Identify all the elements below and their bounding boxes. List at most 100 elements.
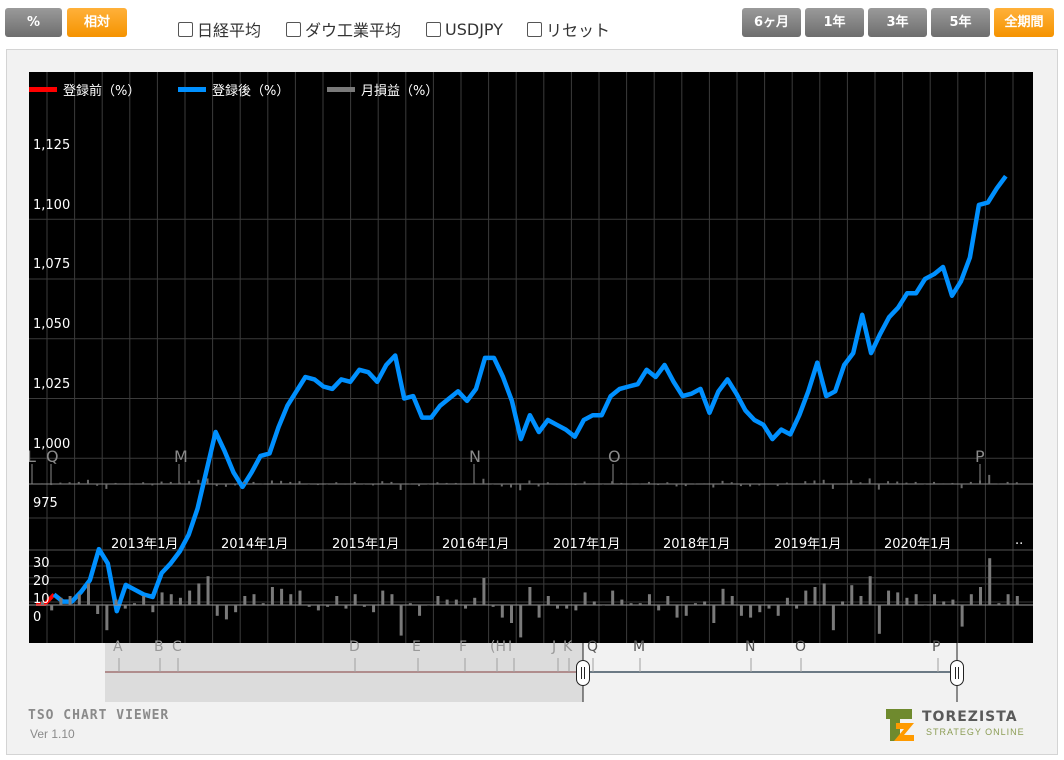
event-mini-bar bbox=[390, 481, 393, 484]
event-mini-bar bbox=[657, 484, 660, 486]
usdjpy-checkbox[interactable]: USDJPY bbox=[426, 19, 503, 39]
monthly-bar bbox=[969, 594, 973, 605]
nav-label: O bbox=[795, 639, 807, 655]
monthly-bar bbox=[50, 605, 54, 611]
monthly-bar bbox=[583, 592, 587, 605]
event-mini-bar bbox=[988, 474, 991, 484]
range-3y-button[interactable]: 3年 bbox=[868, 8, 927, 37]
relative-mode-button[interactable]: 相対 bbox=[67, 8, 127, 37]
x-tick-label: 2014年1月 bbox=[221, 537, 289, 552]
event-mini-bar bbox=[868, 478, 871, 484]
y-tick-label: 1,075 bbox=[33, 257, 71, 272]
event-mini-bar bbox=[519, 484, 522, 491]
monthly-bar bbox=[574, 605, 578, 611]
monthly-bar bbox=[951, 599, 955, 605]
dow-checkbox[interactable]: ダウ工業平均 bbox=[286, 19, 401, 40]
x-tick-label: 2015年1月 bbox=[332, 537, 400, 552]
monthly-bar bbox=[739, 605, 743, 616]
nav-label: P bbox=[932, 639, 941, 655]
event-mini-bar bbox=[831, 484, 834, 489]
monthly-bar bbox=[418, 605, 422, 616]
legend-label: 登録前（%） bbox=[63, 84, 141, 99]
monthly-bar bbox=[620, 599, 624, 605]
range-all-button[interactable]: 全期間 bbox=[994, 8, 1054, 37]
monthly-bar bbox=[68, 596, 72, 605]
event-mini-bar bbox=[372, 484, 375, 486]
range-5y-button[interactable]: 5年 bbox=[931, 8, 990, 37]
monthly-bar bbox=[592, 601, 596, 605]
event-mini-bar bbox=[473, 482, 476, 484]
x-tick-label: 2016年1月 bbox=[442, 537, 510, 552]
monthly-bar bbox=[114, 599, 118, 605]
event-mini-bar bbox=[555, 484, 558, 485]
event-mini-bar bbox=[730, 482, 733, 484]
monthly-bar bbox=[169, 594, 173, 605]
event-mini-bar bbox=[206, 478, 209, 484]
monthly-bar bbox=[804, 590, 808, 605]
chart-area[interactable]: LQMNOP 登録前（%） 登録後（%） 月損益（%） 1,125 1,100 … bbox=[29, 72, 1033, 643]
event-mini-bar bbox=[399, 484, 402, 490]
event-marker-label: M bbox=[174, 447, 188, 466]
monthly-bar bbox=[123, 605, 127, 609]
monthly-bar bbox=[675, 605, 679, 618]
monthly-bar bbox=[280, 588, 284, 605]
event-marker-label: P bbox=[975, 447, 985, 466]
event-mini-bar bbox=[408, 483, 411, 485]
monthly-bar bbox=[252, 594, 256, 605]
monthly-bar bbox=[482, 578, 486, 605]
logo-subtext: STRATEGY ONLINE bbox=[926, 727, 1025, 737]
event-mini-bar bbox=[767, 484, 770, 485]
event-mini-bar bbox=[804, 481, 807, 484]
event-mini-bar bbox=[923, 484, 926, 485]
nav-label: I bbox=[508, 639, 513, 655]
range-6m-button[interactable]: 6ヶ月 bbox=[742, 8, 801, 37]
monthly-bar bbox=[59, 597, 63, 605]
monthly-bar bbox=[859, 596, 863, 605]
event-mini-bar bbox=[565, 484, 568, 485]
nav-label: C bbox=[172, 639, 182, 655]
monthly-bar bbox=[638, 603, 642, 605]
monthly-bar bbox=[372, 605, 376, 613]
checkbox-box[interactable] bbox=[286, 21, 301, 37]
checkbox-box[interactable] bbox=[178, 21, 193, 37]
x-tick-label: 2017年1月 bbox=[553, 537, 621, 552]
bar-y-tick-label: 30 bbox=[33, 556, 50, 571]
navigator-right-handle[interactable] bbox=[950, 660, 964, 686]
event-mini-bar bbox=[601, 484, 604, 485]
event-mini-bar bbox=[859, 482, 862, 484]
monthly-bar bbox=[510, 605, 514, 623]
event-mini-bar bbox=[795, 484, 798, 485]
event-mini-bar bbox=[454, 482, 457, 484]
event-mini-bar bbox=[684, 484, 687, 487]
event-mini-bar bbox=[574, 484, 577, 486]
x-tick-label: .. bbox=[1015, 533, 1024, 548]
checkbox-box[interactable] bbox=[426, 21, 441, 37]
reset-checkbox[interactable]: リセット bbox=[527, 19, 610, 40]
x-tick-label: 2019年1月 bbox=[774, 537, 842, 552]
bar-y-tick-label: 10 bbox=[33, 592, 50, 607]
navigator-left-handle[interactable] bbox=[576, 660, 590, 686]
event-mini-bar bbox=[647, 481, 650, 484]
checkbox-box[interactable] bbox=[527, 21, 542, 37]
event-mini-bar bbox=[151, 484, 154, 486]
nav-label: D bbox=[349, 639, 360, 655]
monthly-bar bbox=[289, 594, 293, 605]
percent-mode-button[interactable]: % bbox=[5, 8, 62, 37]
monthly-bar bbox=[96, 605, 100, 614]
event-mini-bar bbox=[739, 484, 742, 487]
chart-canvas[interactable]: LQMNOP bbox=[29, 72, 1033, 643]
y-tick-label: 975 bbox=[33, 496, 58, 511]
x-tick-label: 2018年1月 bbox=[663, 537, 731, 552]
range-1y-button[interactable]: 1年 bbox=[805, 8, 864, 37]
event-mini-bar bbox=[41, 483, 43, 484]
monthly-bar bbox=[767, 605, 771, 609]
monthly-bar bbox=[730, 596, 734, 605]
monthly-bar bbox=[960, 605, 964, 627]
event-mini-bar bbox=[905, 482, 908, 484]
event-mini-bar bbox=[841, 483, 844, 484]
nikkei-checkbox[interactable]: 日経平均 bbox=[178, 19, 261, 40]
event-mini-bar bbox=[583, 481, 586, 484]
event-mini-bar bbox=[427, 484, 430, 485]
monthly-bar bbox=[436, 596, 440, 605]
event-mini-bar bbox=[270, 480, 273, 484]
